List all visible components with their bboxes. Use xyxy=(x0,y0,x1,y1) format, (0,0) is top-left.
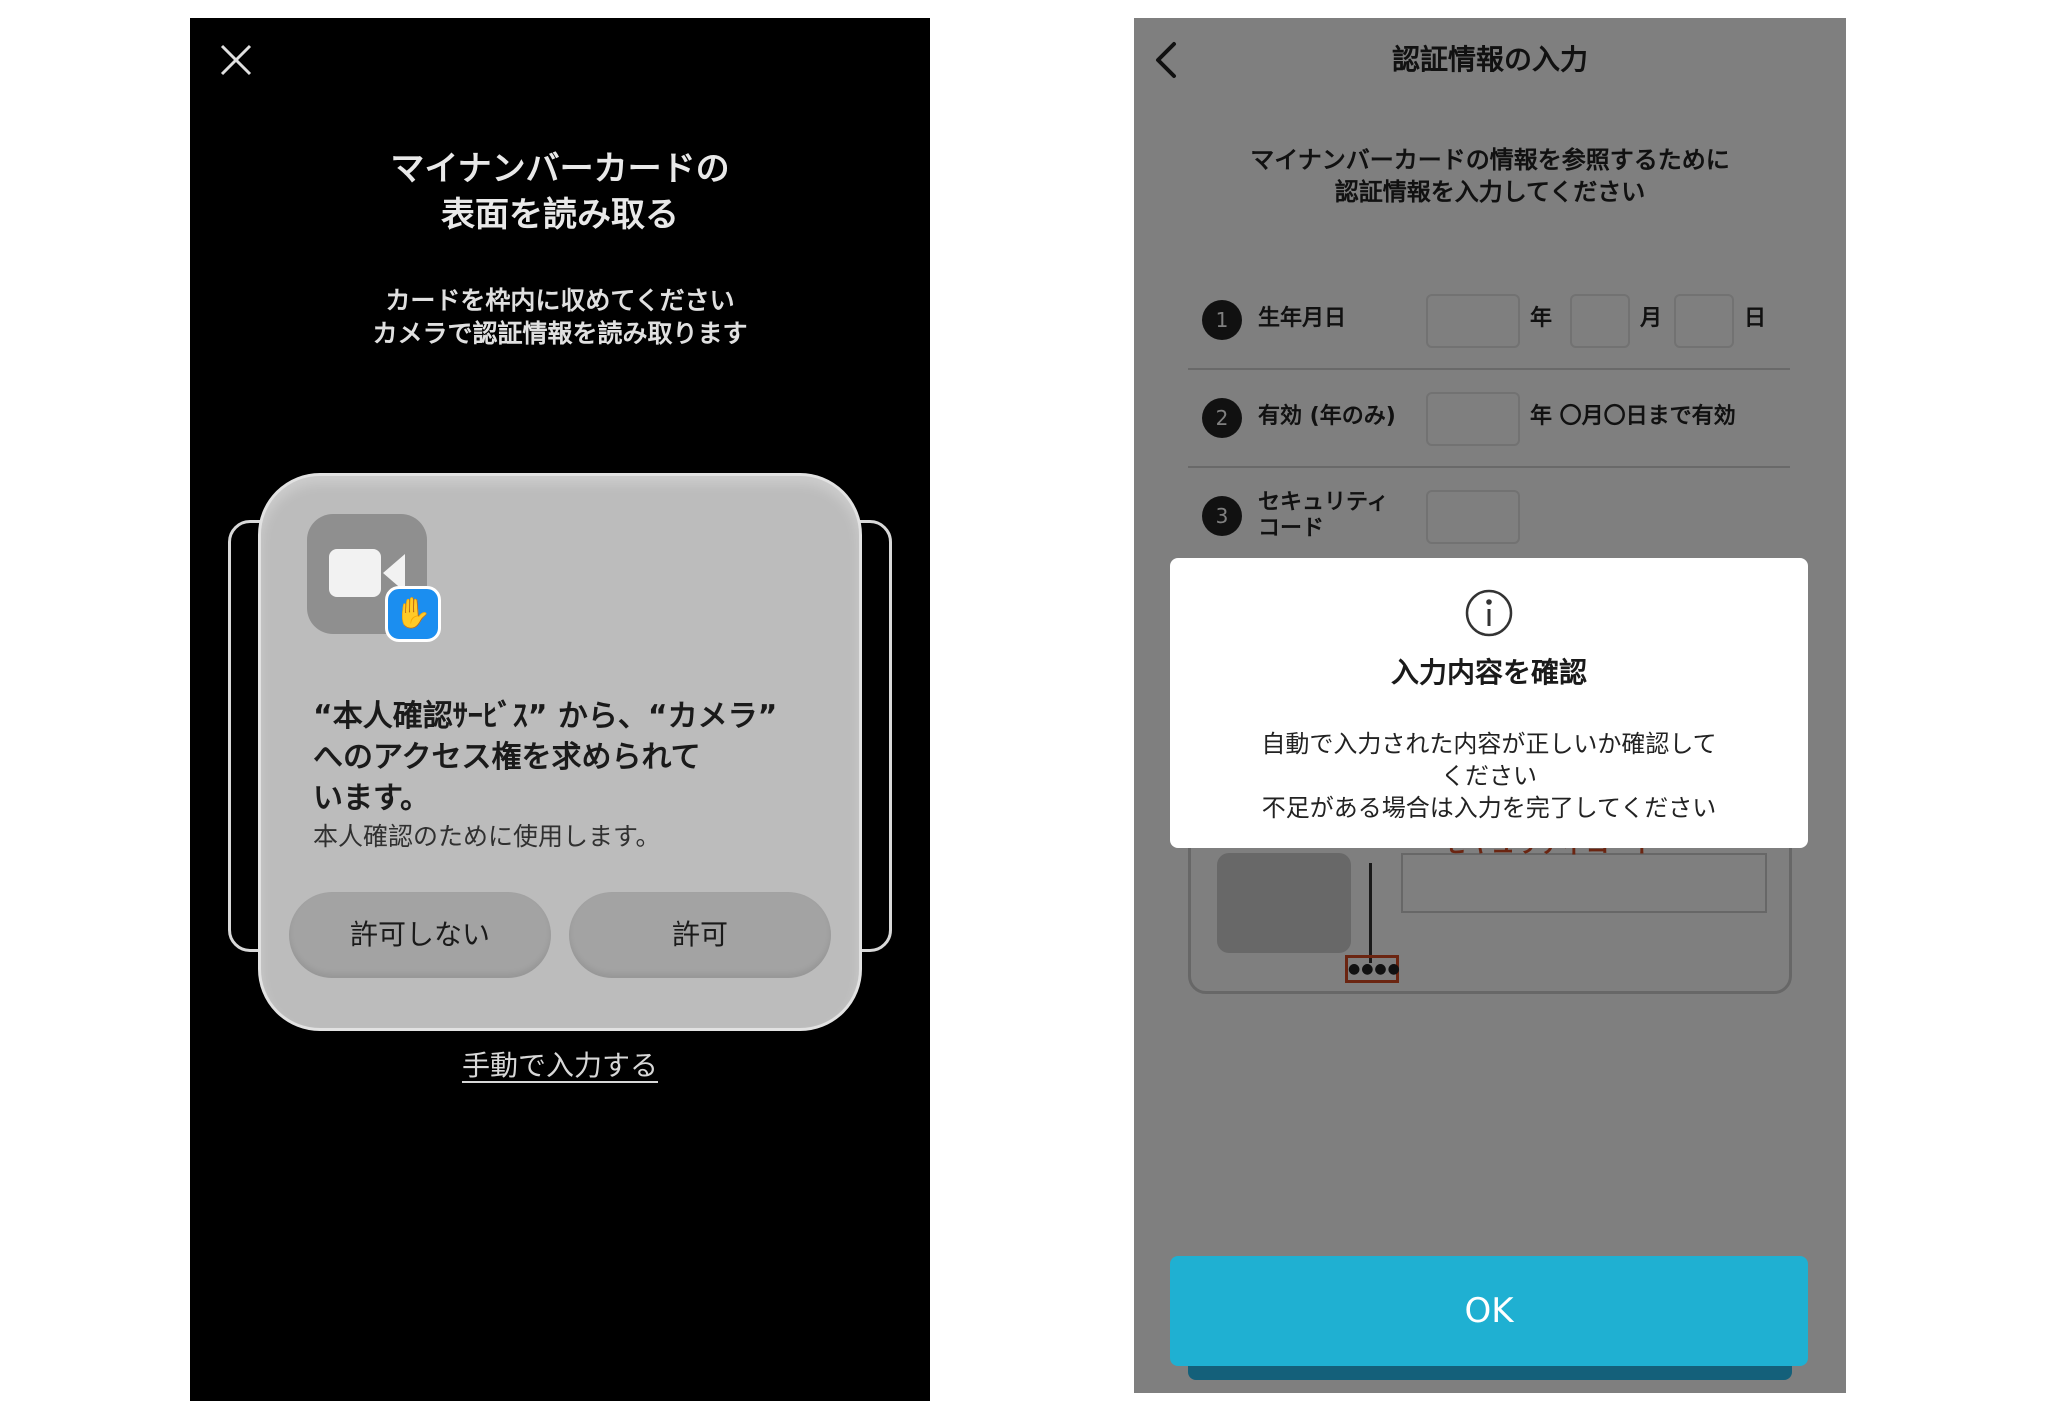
manual-input-link-label[interactable]: 手動で入力する xyxy=(462,1049,658,1082)
close-icon[interactable] xyxy=(216,40,256,80)
confirm-modal: 入力内容を確認 自動で入力された内容が正しいか確認して ください 不足がある場合… xyxy=(1170,558,1808,848)
permission-title: “本人確認ｻｰﾋﾞｽ” から、“カメラ” へのアクセス権を求められて います。 xyxy=(313,696,833,819)
page-title-line-2: 表面を読み取る xyxy=(441,195,679,235)
info-icon xyxy=(1464,588,1514,638)
permission-title-line-3: います。 xyxy=(313,781,430,816)
page-title-line-1: マイナンバーカードの xyxy=(390,149,730,189)
deny-button[interactable]: 許可しない xyxy=(289,892,551,978)
modal-title: 入力内容を確認 xyxy=(1390,656,1587,689)
page-title: マイナンバーカードの 表面を読み取る xyxy=(190,146,930,238)
permission-description: 本人確認のために使用します。 xyxy=(313,822,661,851)
ok-button[interactable]: OK xyxy=(1170,1256,1808,1366)
camera-permission-dialog: ✋ “本人確認ｻｰﾋﾞｽ” から、“カメラ” へのアクセス権を求められて います… xyxy=(258,473,862,1031)
page-subtitle: カードを枠内に収めてください カメラで認証情報を読み取ります xyxy=(190,284,930,350)
permission-title-line-2: へのアクセス権を求められて xyxy=(313,740,701,775)
manual-input-link[interactable]: 手動で入力する xyxy=(190,1046,930,1086)
modal-body-line-3: 不足がある場合は入力を完了してください xyxy=(1261,794,1717,822)
page-subtitle-line-1: カードを枠内に収めてください xyxy=(385,286,735,315)
page-subtitle-line-2: カメラで認証情報を読み取ります xyxy=(372,319,748,348)
permission-title-line-1: “本人確認ｻｰﾋﾞｽ” から、“カメラ” xyxy=(313,699,778,734)
auth-info-screen: 認証情報の入力 マイナンバーカードの情報を参照するために 認証情報を入力してくだ… xyxy=(1134,18,1846,1393)
allow-button[interactable]: 許可 xyxy=(569,892,831,978)
modal-body: 自動で入力された内容が正しいか確認して ください 不足がある場合は入力を完了して… xyxy=(1170,728,1808,824)
hand-icon: ✋ xyxy=(385,586,441,642)
camera-scan-screen: マイナンバーカードの 表面を読み取る カードを枠内に収めてください カメラで認証… xyxy=(190,18,930,1401)
modal-body-line-2: ください xyxy=(1441,762,1537,790)
modal-body-line-1: 自動で入力された内容が正しいか確認して xyxy=(1261,730,1717,758)
